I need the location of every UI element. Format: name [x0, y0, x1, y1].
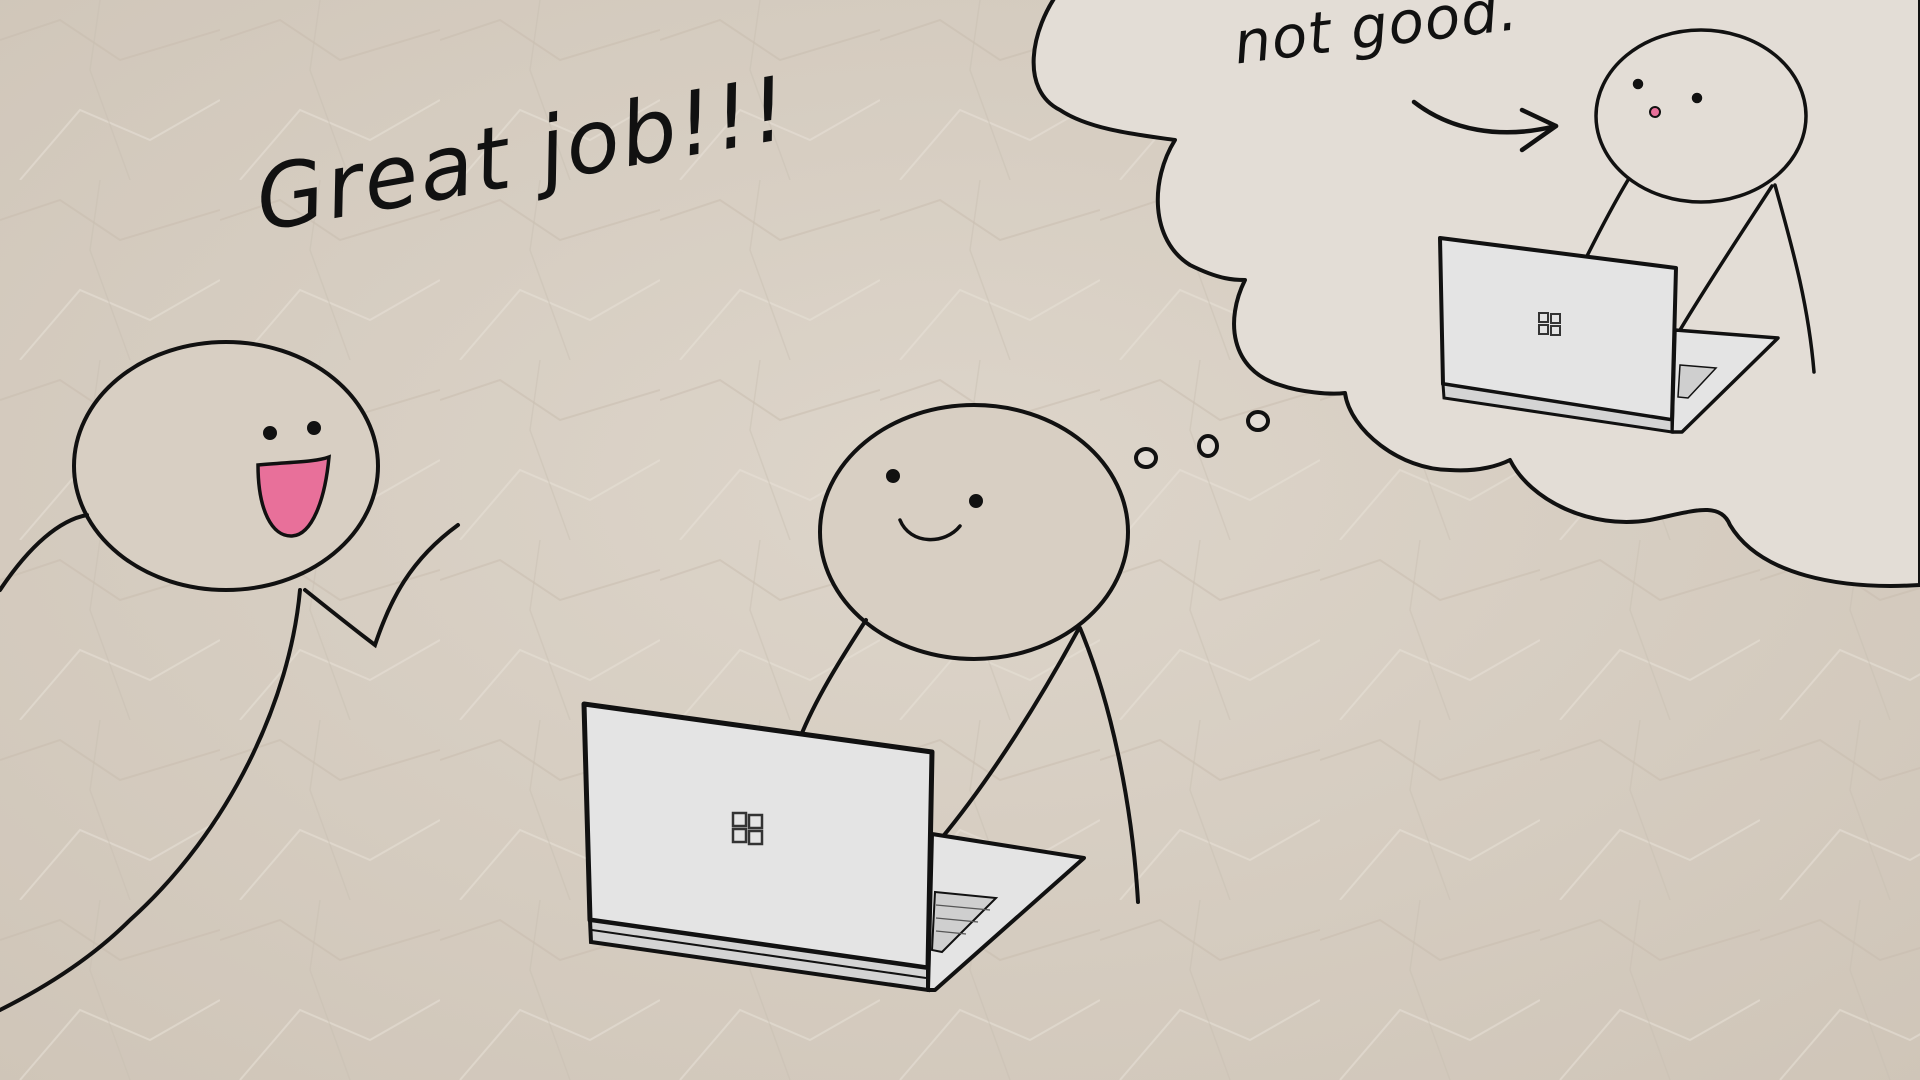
- thought-bubble-small: [1134, 447, 1158, 469]
- thought-bubble-large: [1246, 410, 1270, 432]
- thought-bubble-medium: [1197, 434, 1219, 458]
